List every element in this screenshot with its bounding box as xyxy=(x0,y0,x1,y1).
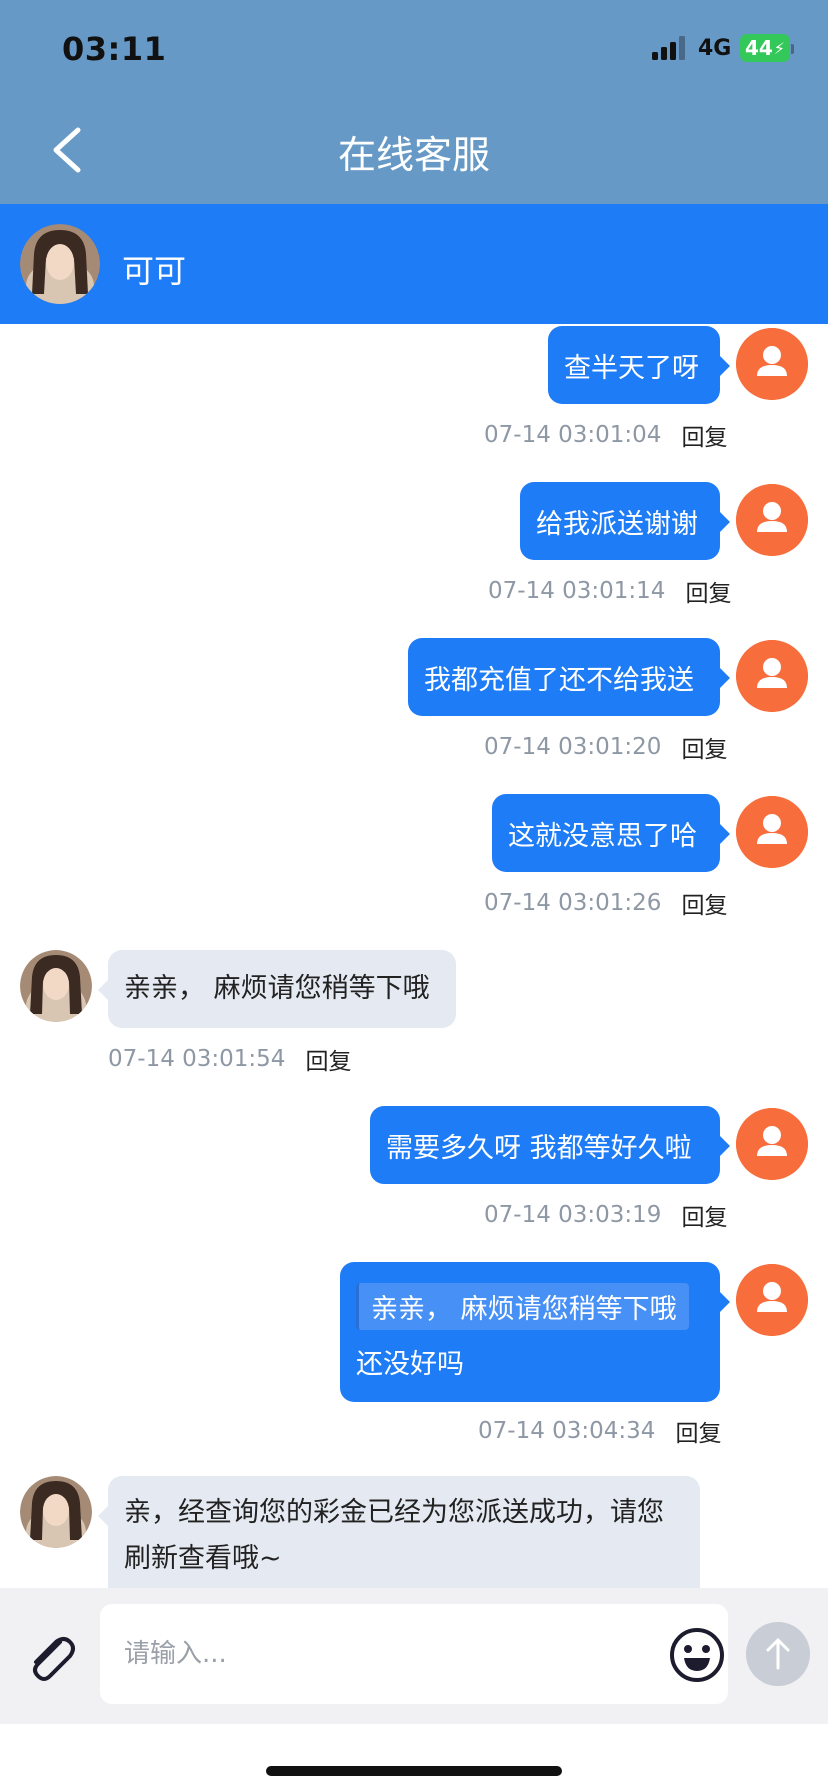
bottom-safe-area xyxy=(0,1724,828,1792)
message-timestamp: 07-14 03:01:20 xyxy=(484,734,662,760)
user-icon xyxy=(736,328,808,400)
message-text-line: 亲，经查询您的彩金已经为您派送成功，请您 xyxy=(124,1497,664,1528)
message-text-line: 刷新查看哦~ xyxy=(124,1543,282,1574)
input-bar xyxy=(0,1588,828,1724)
agent-bar: 可可 xyxy=(0,204,828,324)
message-bubble-outgoing[interactable]: 给我派送谢谢 xyxy=(520,482,730,560)
message-bubble-outgoing[interactable]: 这就没意思了哈 xyxy=(492,794,730,872)
battery-level: 44 xyxy=(744,36,773,60)
arrow-up-icon[interactable] xyxy=(746,1622,810,1686)
battery-icon: 44 ⚡ xyxy=(740,34,790,62)
message-text: 这就没意思了哈 xyxy=(508,820,697,852)
signal-icon xyxy=(652,36,688,60)
message-timestamp: 07-14 03:01:04 xyxy=(484,422,662,448)
reply-button[interactable]: 回复 xyxy=(681,886,727,920)
message-input[interactable] xyxy=(124,1634,644,1674)
agent-avatar xyxy=(20,224,100,304)
message-text: 查半天了呀 xyxy=(564,352,699,384)
battery-tip xyxy=(791,44,794,54)
reply-button[interactable]: 回复 xyxy=(305,1042,351,1076)
message-bubble-outgoing[interactable]: 我都充值了还不给我送 xyxy=(408,638,730,716)
message-text: 给我派送谢谢 xyxy=(536,508,698,540)
message-timestamp: 07-14 03:03:19 xyxy=(484,1202,662,1228)
reply-button[interactable]: 回复 xyxy=(685,574,731,608)
home-indicator[interactable] xyxy=(266,1766,562,1776)
smiley-icon[interactable] xyxy=(668,1626,726,1684)
user-icon xyxy=(736,1108,808,1180)
message-timestamp: 07-14 03:01:54 xyxy=(108,1046,286,1072)
message-meta: 07-14 03:01:14 回复 xyxy=(488,574,731,608)
page-title: 在线客服 xyxy=(337,133,490,177)
agent-avatar xyxy=(20,1476,92,1548)
top-header: 03:11 4G 44 ⚡ 在线客服 xyxy=(0,0,828,204)
message-text: 需要多久呀 我都等好久啦 xyxy=(386,1132,692,1164)
message-text: 还没好吗 xyxy=(356,1349,464,1380)
message-meta: 07-14 03:01:04 回复 xyxy=(484,418,727,452)
message-input-container xyxy=(100,1604,728,1704)
message-meta: 07-14 03:01:20 回复 xyxy=(484,730,727,764)
agent-name: 可可 xyxy=(122,252,187,290)
reply-button[interactable]: 回复 xyxy=(681,730,727,764)
message-meta: 07-14 03:03:19 回复 xyxy=(484,1198,727,1232)
chat-area[interactable]: 查半天了呀 07-14 03:01:04 回复 给我派送谢谢 07-14 03:0… xyxy=(0,324,828,1588)
message-timestamp: 07-14 03:01:14 xyxy=(488,578,666,604)
message-text: 我都充值了还不给我送 xyxy=(424,664,694,696)
message-bubble-incoming[interactable]: 亲亲， 麻烦请您稍等下哦 xyxy=(98,950,456,1028)
reply-button[interactable]: 回复 xyxy=(675,1414,721,1448)
message-bubble-incoming[interactable]: 亲，经查询您的彩金已经为您派送成功，请您 刷新查看哦~ xyxy=(98,1476,700,1588)
user-icon xyxy=(736,640,808,712)
agent-avatar xyxy=(20,950,92,1022)
paperclip-icon[interactable] xyxy=(22,1628,78,1684)
network-type: 4G xyxy=(698,36,732,61)
message-bubble-outgoing[interactable]: 需要多久呀 我都等好久啦 xyxy=(370,1106,730,1184)
quoted-message: 亲亲， 麻烦请您稍等下哦 xyxy=(356,1283,689,1330)
message-meta: 07-14 03:01:26 回复 xyxy=(484,886,727,920)
message-meta: 07-14 03:04:34 回复 xyxy=(478,1414,721,1448)
status-bar: 03:11 4G 44 ⚡ xyxy=(0,0,828,100)
status-time: 03:11 xyxy=(62,30,167,68)
reply-button[interactable]: 回复 xyxy=(681,418,727,452)
message-timestamp: 07-14 03:01:26 xyxy=(484,890,662,916)
message-bubble-outgoing[interactable]: 查半天了呀 xyxy=(548,326,730,404)
reply-button[interactable]: 回复 xyxy=(681,1198,727,1232)
user-icon xyxy=(736,484,808,556)
user-icon xyxy=(736,1264,808,1336)
message-text: 亲亲， 麻烦请您稍等下哦 xyxy=(124,973,430,1004)
message-timestamp: 07-14 03:04:34 xyxy=(478,1418,656,1444)
message-meta: 07-14 03:01:54 回复 xyxy=(108,1042,351,1076)
message-bubble-outgoing[interactable]: 亲亲， 麻烦请您稍等下哦 还没好吗 xyxy=(340,1262,730,1402)
user-icon xyxy=(736,796,808,868)
